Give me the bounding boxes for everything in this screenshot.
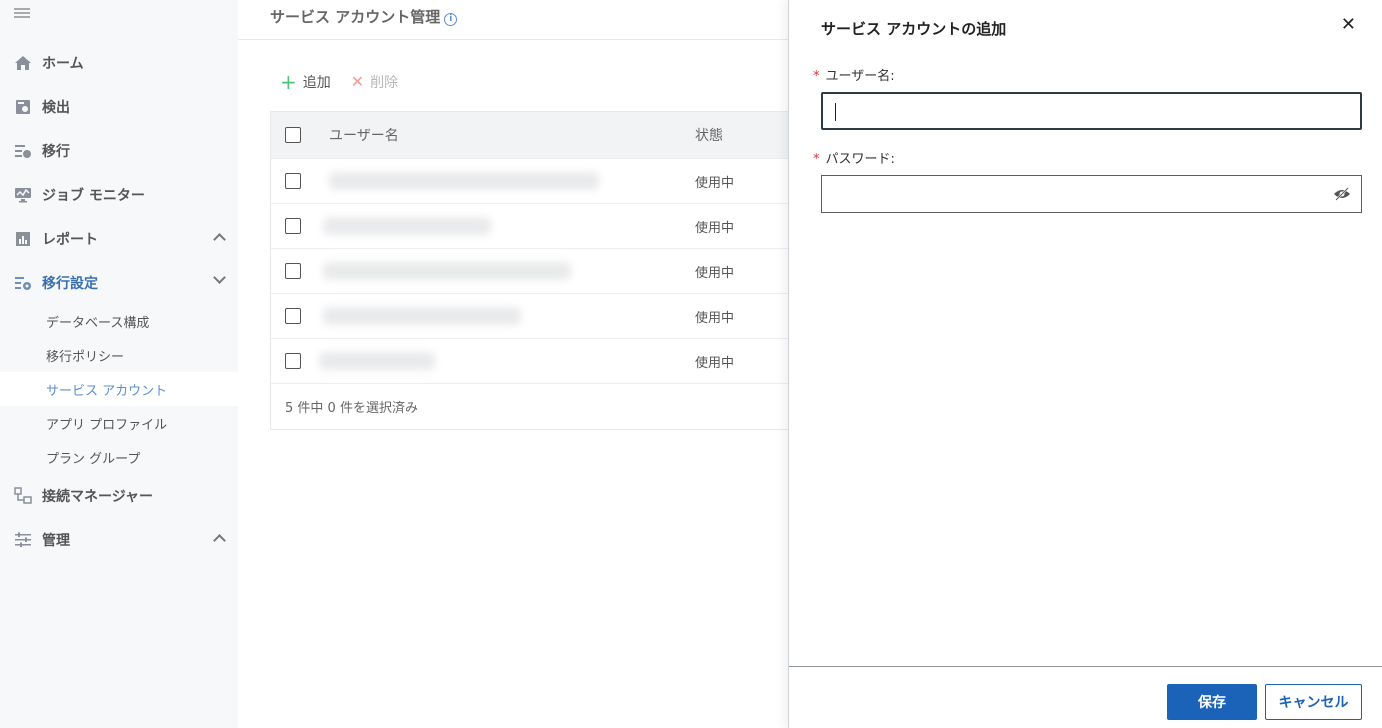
footer-divider (789, 666, 1382, 667)
column-header-status[interactable]: 状態 (695, 125, 723, 145)
status-cell: 使用中 (695, 310, 735, 326)
info-icon[interactable]: i (444, 13, 458, 26)
sidebar-item-report[interactable]: レポート (0, 217, 238, 261)
text-caret (835, 103, 836, 121)
toolbar: + 追加 ✕ 削除 (280, 72, 418, 92)
connection-icon (14, 487, 32, 505)
required-mark: * (813, 152, 820, 167)
close-icon[interactable]: ✕ (1341, 14, 1356, 35)
home-icon (14, 54, 32, 72)
sidebar-item-label: ホーム (42, 56, 84, 72)
status-cell: 使用中 (695, 220, 735, 236)
table-row[interactable]: 使用中 (271, 158, 788, 203)
sidebar-subitem-service-account[interactable]: サービス アカウント (0, 372, 238, 406)
sidebar-subitem-label: データベース構成 (46, 315, 150, 331)
row-checkbox[interactable] (285, 308, 301, 324)
sidebar-subitem-label: 移行ポリシー (46, 349, 125, 365)
table-row[interactable]: 使用中 (271, 338, 788, 383)
chevron-up-icon (213, 534, 226, 547)
add-service-account-drawer: サービス アカウントの追加 ✕ * ユーザー名: * パスワード: 保存 キャンセル (788, 0, 1382, 728)
row-checkbox[interactable] (285, 263, 301, 279)
sidebar-item-migration-settings[interactable]: 移行設定 (0, 261, 238, 305)
table-header: ユーザー名 状態 (271, 112, 788, 158)
redacted-username (323, 262, 571, 280)
service-account-table: ユーザー名 状態 使用中 使用中 使用中 使用中 使用中 5 件中 0 件を選択… (270, 111, 788, 430)
password-label: * パスワード: (813, 148, 895, 167)
sidebar-subitem-label: プラン グループ (46, 451, 141, 467)
page-title-text: サービス アカウント管理 (270, 8, 441, 26)
drawer-title: サービス アカウントの追加 (821, 20, 1007, 38)
status-cell: 使用中 (695, 175, 735, 191)
username-label: * ユーザー名: (813, 65, 895, 84)
sidebar-item-migration[interactable]: 移行 (0, 129, 238, 173)
hamburger-menu-icon[interactable] (14, 6, 30, 22)
sidebar-item-label: 移行設定 (42, 276, 98, 292)
save-button[interactable]: 保存 (1167, 684, 1257, 720)
page-title: サービス アカウント管理 i (270, 6, 458, 27)
table-row[interactable]: 使用中 (271, 248, 788, 293)
password-label-text: パスワード: (825, 152, 895, 167)
sidebar-item-label: 接続マネージャー (42, 489, 154, 505)
settings-icon (14, 274, 32, 292)
cancel-button[interactable]: キャンセル (1265, 684, 1362, 720)
sidebar-item-discovery[interactable]: 検出 (0, 85, 238, 129)
sidebar-item-label: 検出 (42, 100, 70, 116)
sidebar-item-label: レポート (42, 232, 98, 248)
sidebar-subitem-label: アプリ プロファイル (46, 417, 168, 433)
add-button-label: 追加 (302, 75, 331, 91)
chevron-up-icon (213, 233, 226, 246)
redacted-username (323, 217, 491, 235)
add-button[interactable]: + 追加 (280, 72, 331, 92)
status-cell: 使用中 (695, 265, 735, 281)
delete-button[interactable]: ✕ 削除 (351, 72, 398, 92)
title-divider (238, 39, 788, 40)
sidebar-item-label: ジョブ モニター (42, 188, 145, 204)
sidebar-subitem-plan-group[interactable]: プラン グループ (0, 440, 238, 474)
plus-icon: + (280, 70, 297, 94)
row-checkbox[interactable] (285, 173, 301, 189)
monitor-icon (14, 186, 32, 204)
report-icon (14, 230, 32, 248)
redacted-username (319, 352, 435, 370)
sidebar-item-home[interactable]: ホーム (0, 41, 238, 85)
chevron-down-icon (213, 271, 226, 284)
sidebar-subitem-label: サービス アカウント (46, 383, 168, 399)
admin-icon (14, 531, 32, 549)
required-mark: * (813, 69, 820, 84)
username-label-text: ユーザー名: (825, 69, 895, 84)
row-checkbox[interactable] (285, 218, 301, 234)
row-checkbox[interactable] (285, 353, 301, 369)
sidebar: ホーム 検出 移行 ジョブ モニター レポート 移行設定 データベース構成 移行… (0, 0, 238, 728)
eye-off-icon[interactable] (1333, 187, 1351, 201)
migration-icon (14, 142, 32, 160)
delete-icon: ✕ (350, 72, 365, 91)
sidebar-item-label: 移行 (42, 144, 70, 160)
column-header-username[interactable]: ユーザー名 (329, 125, 399, 145)
sidebar-item-admin[interactable]: 管理 (0, 518, 238, 562)
sidebar-item-connection-manager[interactable]: 接続マネージャー (0, 474, 238, 518)
sidebar-subitem-database-config[interactable]: データベース構成 (0, 304, 238, 338)
redacted-username (329, 172, 599, 190)
redacted-username (323, 307, 521, 325)
main-content: サービス アカウント管理 i + 追加 ✕ 削除 ユーザー名 状態 使用中 使用中 (238, 0, 788, 728)
select-all-checkbox[interactable] (285, 127, 301, 143)
password-input[interactable] (821, 175, 1362, 213)
selection-count: 5 件中 0 件を選択済み (285, 401, 418, 416)
sidebar-item-label: 管理 (42, 533, 70, 549)
username-input[interactable] (821, 92, 1362, 130)
discovery-icon (14, 98, 32, 116)
table-row[interactable]: 使用中 (271, 203, 788, 248)
status-cell: 使用中 (695, 355, 735, 371)
sidebar-subitem-migration-policy[interactable]: 移行ポリシー (0, 338, 238, 372)
table-row[interactable]: 使用中 (271, 293, 788, 338)
sidebar-item-job-monitor[interactable]: ジョブ モニター (0, 173, 238, 217)
delete-button-label: 削除 (370, 75, 399, 91)
sidebar-subitem-app-profile[interactable]: アプリ プロファイル (0, 406, 238, 440)
table-footer: 5 件中 0 件を選択済み (271, 383, 788, 429)
